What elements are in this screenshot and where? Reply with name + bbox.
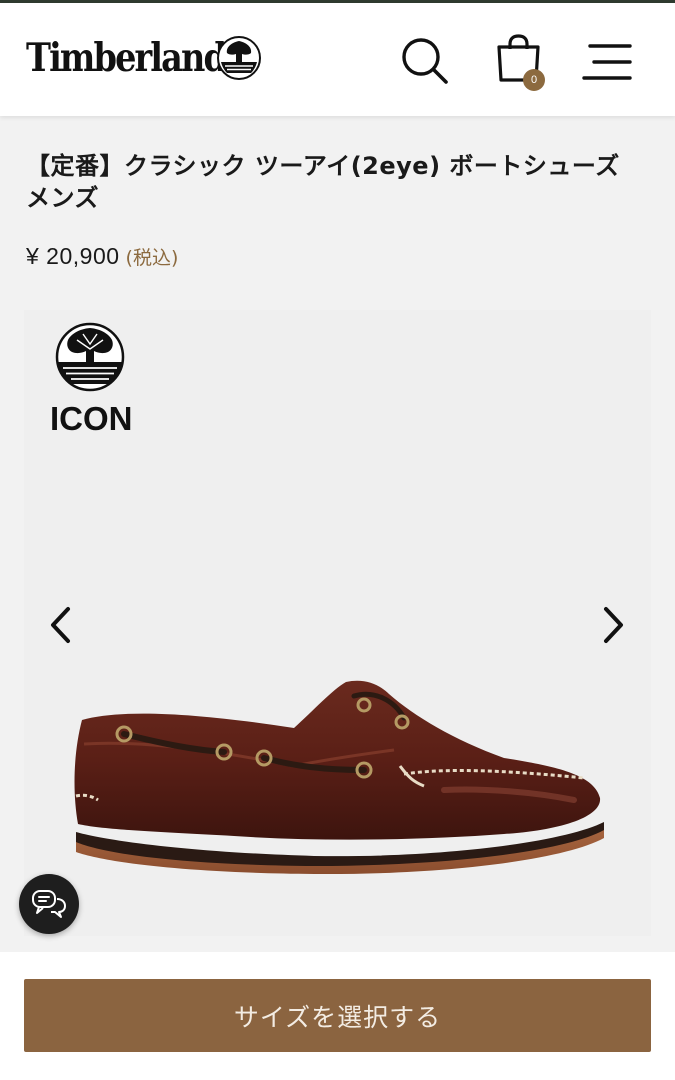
search-button[interactable] <box>396 31 452 91</box>
icon-collection-badge: ICON <box>50 322 133 437</box>
next-image-button[interactable] <box>590 600 634 650</box>
price-row: ¥ 20,900 (税込) <box>26 243 178 270</box>
cart-count-badge: 0 <box>523 69 545 91</box>
tree-logo-icon <box>217 36 261 80</box>
product-price: ¥ 20,900 <box>26 243 120 269</box>
icon-badge-label: ICON <box>50 400 133 437</box>
hamburger-menu-icon <box>582 44 632 80</box>
previous-image-button[interactable] <box>40 600 84 650</box>
menu-button[interactable] <box>580 31 636 91</box>
site-header: Timberland 0 <box>0 3 675 116</box>
brand-logo[interactable]: Timberland <box>26 33 261 83</box>
search-icon <box>402 38 448 84</box>
product-title: 【定番】クラシック ツーアイ(2eye) ボートシューズ メンズ <box>26 152 620 212</box>
product-image-gallery[interactable]: ICON <box>24 310 651 936</box>
boat-shoe-image <box>74 680 604 875</box>
chat-button[interactable] <box>19 874 79 934</box>
tax-included-note: (税込) <box>125 247 179 269</box>
chat-bubbles-icon <box>32 890 66 918</box>
chevron-left-icon <box>51 607 70 643</box>
chevron-right-icon <box>604 607 623 643</box>
select-size-button[interactable]: サイズを選択する <box>24 979 651 1052</box>
brand-wordmark: Timberland <box>26 35 227 81</box>
tree-logo-icon <box>55 322 125 392</box>
